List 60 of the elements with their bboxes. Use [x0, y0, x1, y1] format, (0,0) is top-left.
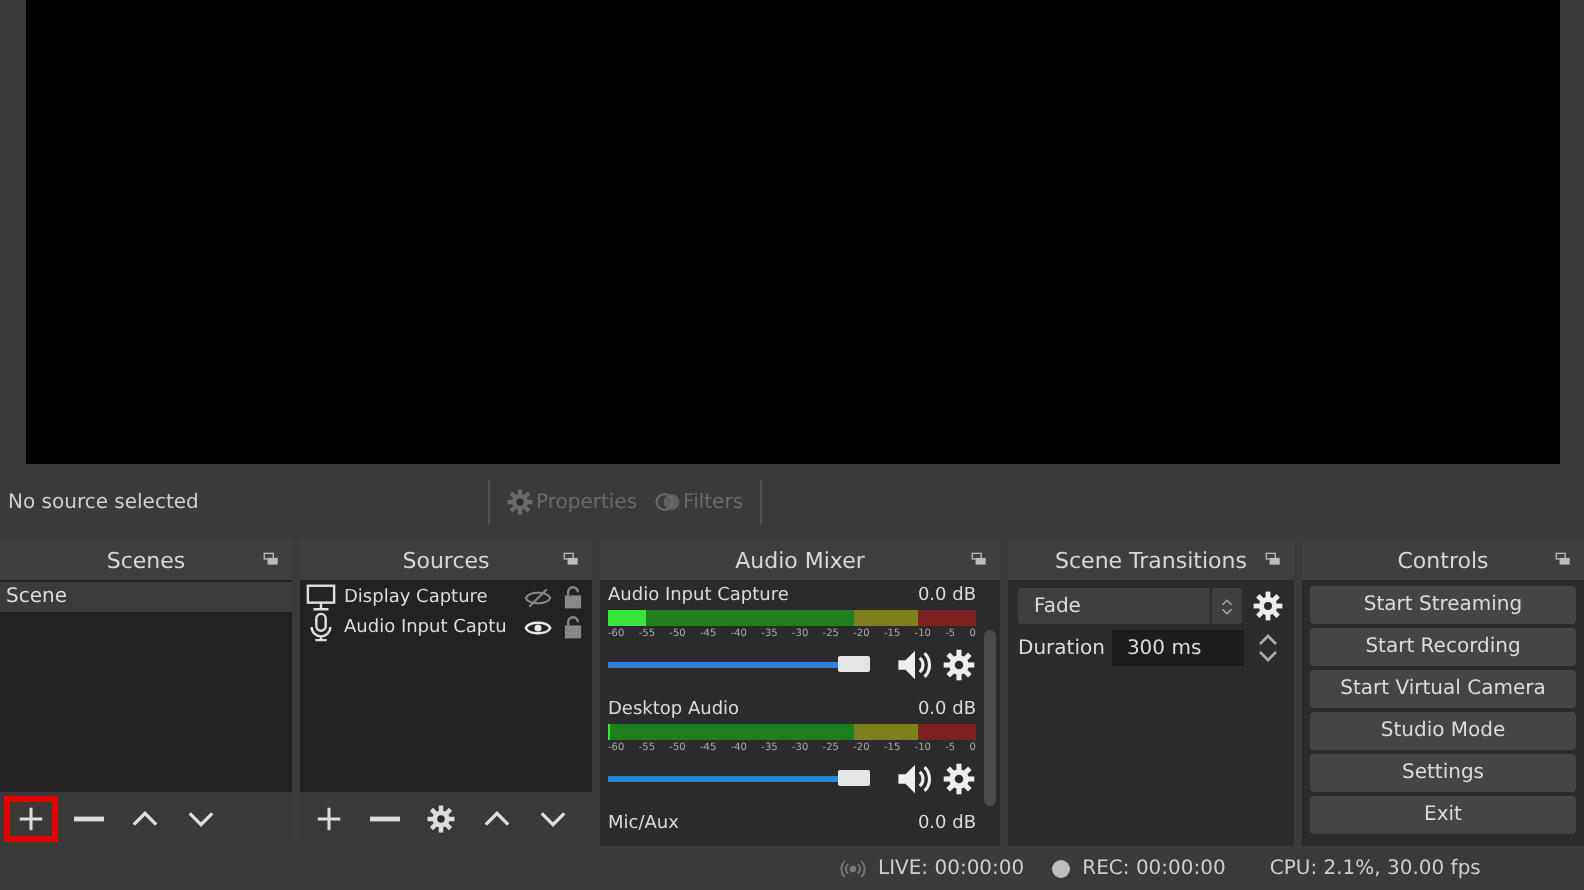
slider-thumb[interactable] — [838, 770, 871, 786]
speaker-icon — [896, 645, 934, 683]
volume-reading: 0.0 dB — [917, 700, 976, 720]
control-button[interactable]: Start Virtual Camera — [1310, 670, 1576, 708]
control-button[interactable]: Settings — [1310, 754, 1576, 792]
source-status: No source selected — [8, 491, 201, 513]
monitor-icon — [306, 582, 336, 612]
meter-warning-zone — [854, 724, 918, 740]
dock-title: Scene Transitions — [1055, 547, 1247, 573]
undock-icon[interactable] — [970, 550, 988, 568]
dock-title: Controls — [1397, 547, 1489, 573]
cpu-status: CPU: 2.1%, 30.00 fps — [1269, 857, 1481, 879]
duration-field[interactable]: 300 ms — [1112, 630, 1244, 666]
control-button[interactable]: Exit — [1310, 796, 1576, 834]
gear-icon — [942, 647, 976, 681]
minus-icon — [370, 816, 400, 822]
gear-icon — [506, 488, 534, 516]
channel-name: Mic/Aux — [608, 814, 679, 834]
microphone-icon — [306, 612, 336, 642]
meter-warning-zone — [854, 610, 918, 626]
scene-item[interactable]: Scene — [0, 582, 292, 612]
dock-title: Scenes — [106, 547, 186, 573]
transition-select[interactable]: Fade — [1018, 588, 1242, 624]
unlocked-padlock-icon — [560, 584, 586, 610]
rec-timer: REC: 00:00:00 — [1082, 857, 1226, 879]
live-timer: LIVE: 00:00:00 — [878, 857, 1025, 879]
source-item[interactable]: Display Capture — [344, 587, 516, 607]
speaker-icon — [896, 759, 934, 797]
minus-icon — [74, 816, 104, 822]
channel-name: Desktop Audio — [608, 700, 740, 720]
gear-icon — [426, 804, 456, 834]
dock-title: Audio Mixer — [735, 547, 865, 573]
undock-icon[interactable] — [562, 550, 580, 568]
record-dot-icon — [1052, 859, 1071, 877]
channel-name: Audio Input Capture — [608, 586, 789, 606]
broadcast-icon — [840, 855, 866, 881]
duration-label: Duration — [1018, 637, 1105, 659]
meter-peak-zone — [917, 724, 976, 740]
control-button[interactable]: Studio Mode — [1310, 712, 1576, 750]
scrollbar-thumb[interactable] — [984, 629, 996, 805]
dock-title: Sources — [402, 547, 490, 573]
unlocked-padlock-icon — [560, 614, 586, 640]
gear-icon — [942, 761, 976, 795]
plus-icon — [314, 804, 344, 834]
undock-icon[interactable] — [262, 550, 280, 568]
volume-reading: 0.0 dB — [917, 814, 976, 834]
control-button[interactable]: Start Streaming — [1310, 586, 1576, 624]
gear-icon — [1252, 590, 1284, 622]
source-item[interactable]: Audio Input Captu — [344, 617, 516, 637]
volume-reading: 0.0 dB — [917, 586, 976, 606]
slider-thumb[interactable] — [838, 656, 871, 672]
eye-slash-icon — [524, 583, 552, 611]
add-button[interactable] — [4, 796, 58, 842]
plus-icon — [16, 804, 46, 834]
spinner-arrows-icon — [1218, 597, 1236, 615]
undock-icon[interactable] — [1554, 550, 1572, 568]
undock-icon[interactable] — [1264, 550, 1282, 568]
meter-peak-zone — [917, 610, 976, 626]
overlapping-circles-icon — [653, 488, 682, 516]
control-button[interactable]: Start Recording — [1310, 628, 1576, 666]
